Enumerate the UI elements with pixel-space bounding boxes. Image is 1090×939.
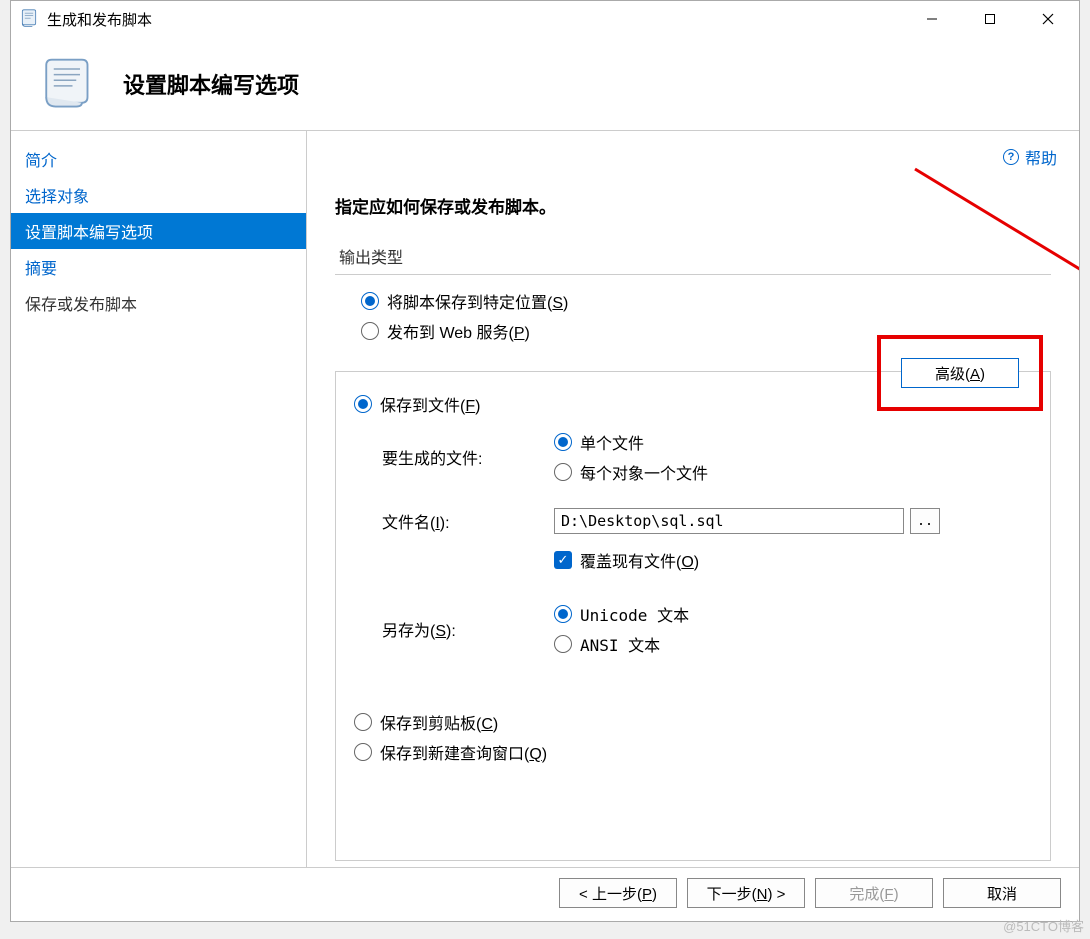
nav-summary[interactable]: 摘要 (11, 249, 306, 285)
radio-ansi[interactable]: ANSI 文本 (554, 632, 1032, 656)
help-icon: ? (1003, 149, 1019, 165)
browse-button[interactable]: .. (910, 508, 940, 534)
page-title: 设置脚本编写选项 (123, 68, 299, 100)
window-controls (903, 3, 1077, 35)
help-link[interactable]: ? 帮助 (1003, 145, 1057, 169)
script-scroll-icon (35, 54, 95, 114)
radio-icon (354, 743, 372, 761)
radio-icon (354, 395, 372, 413)
radio-icon (554, 635, 572, 653)
minimize-button[interactable] (903, 3, 961, 35)
save-options-frame: 保存到文件(F) 要生成的文件: 单个文件 每个对象一个文件 (335, 371, 1051, 861)
filename-input[interactable] (554, 508, 904, 534)
dialog-window: 生成和发布脚本 设置脚本编写选项 简介 选择对象 设置脚本编写选项 摘要 保存或… (10, 0, 1080, 922)
advanced-button[interactable]: 高级(A) (901, 358, 1019, 388)
titlebar[interactable]: 生成和发布脚本 (11, 1, 1079, 37)
gen-files-label: 要生成的文件: (354, 445, 554, 469)
radio-new-query[interactable]: 保存到新建查询窗口(Q) (354, 740, 1032, 764)
radio-icon (554, 433, 572, 451)
wizard-footer: < 上一步(P) 下一步(N) > 完成(F) 取消 (11, 867, 1079, 921)
nav-choose-objects[interactable]: 选择对象 (11, 177, 306, 213)
advanced-highlight-box: 高级(A) (877, 335, 1043, 411)
radio-single-file[interactable]: 单个文件 (554, 430, 1032, 454)
cancel-button[interactable]: 取消 (943, 878, 1061, 908)
next-button[interactable]: 下一步(N) > (687, 878, 805, 908)
radio-icon (361, 292, 379, 310)
help-label: 帮助 (1025, 145, 1057, 169)
nav-script-options[interactable]: 设置脚本编写选项 (11, 213, 306, 249)
script-app-icon (19, 8, 39, 30)
wizard-body: 简介 选择对象 设置脚本编写选项 摘要 保存或发布脚本 ? 帮助 指定应如何保存… (11, 131, 1079, 867)
close-button[interactable] (1019, 3, 1077, 35)
radio-unicode[interactable]: Unicode 文本 (554, 602, 1032, 626)
wizard-nav: 简介 选择对象 设置脚本编写选项 摘要 保存或发布脚本 (11, 131, 307, 867)
radio-icon (554, 605, 572, 623)
content-panel: ? 帮助 指定应如何保存或发布脚本。 输出类型 将脚本保存到特定位置(S) 发布… (307, 131, 1079, 867)
checkbox-overwrite[interactable]: ✓ 覆盖现有文件(O) (554, 548, 1032, 572)
radio-clipboard[interactable]: 保存到剪贴板(C) (354, 710, 1032, 734)
filename-label: 文件名(I): (354, 509, 554, 533)
saveas-label: 另存为(S): (354, 617, 554, 641)
radio-per-object[interactable]: 每个对象一个文件 (554, 460, 1032, 484)
radio-icon (354, 713, 372, 731)
prev-button[interactable]: < 上一步(P) (559, 878, 677, 908)
nav-save-publish[interactable]: 保存或发布脚本 (11, 285, 306, 321)
nav-intro[interactable]: 简介 (11, 141, 306, 177)
instruction-text: 指定应如何保存或发布脚本。 (335, 193, 1051, 218)
maximize-button[interactable] (961, 3, 1019, 35)
output-type-label: 输出类型 (339, 244, 1051, 268)
checkbox-icon: ✓ (554, 551, 572, 569)
radio-save-location[interactable]: 将脚本保存到特定位置(S) (361, 289, 1051, 313)
window-title: 生成和发布脚本 (47, 9, 903, 30)
radio-icon (554, 463, 572, 481)
watermark: @51CTO博客 (1003, 916, 1084, 935)
radio-icon (361, 322, 379, 340)
finish-button: 完成(F) (815, 878, 933, 908)
wizard-header: 设置脚本编写选项 (11, 37, 1079, 131)
